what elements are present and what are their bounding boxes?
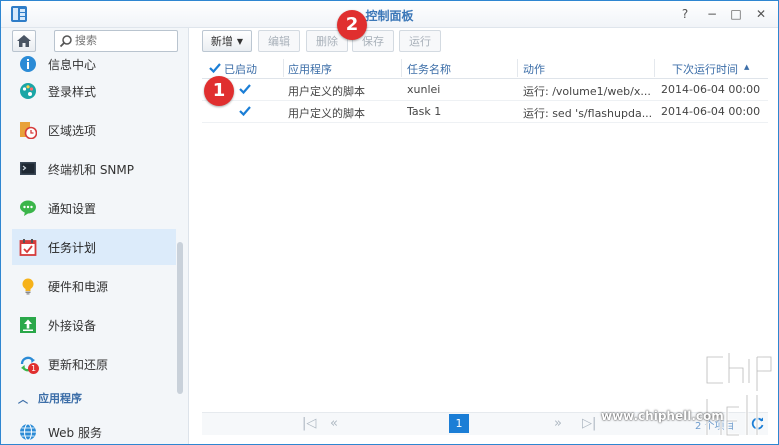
column-separator[interactable] xyxy=(517,59,518,77)
sidebar-item-web-services[interactable]: Web 服务 xyxy=(12,414,176,444)
sidebar-item-update-restore[interactable]: 1 更新和还原 xyxy=(12,346,176,382)
column-header-application[interactable]: 应用程序 xyxy=(288,61,332,77)
watermark-url: www.chiphell.com xyxy=(601,409,724,423)
sidebar-item-label: 区域选项 xyxy=(48,123,97,138)
title-bar[interactable]: 控制面板 ? − □ ✕ xyxy=(1,1,778,28)
palette-icon xyxy=(19,82,37,100)
sidebar-item-label: 通知设置 xyxy=(48,201,97,216)
column-header-enabled[interactable]: 已启动 xyxy=(224,61,257,77)
column-header-action[interactable]: 动作 xyxy=(523,61,545,77)
update-badge: 1 xyxy=(28,363,39,374)
sort-ascending-icon: ▲ xyxy=(744,63,750,71)
column-separator[interactable] xyxy=(401,59,402,77)
chat-bubble-icon xyxy=(19,199,37,217)
maximize-icon[interactable]: □ xyxy=(727,6,745,22)
row-enabled-checkbox[interactable] xyxy=(238,104,252,118)
last-page-icon[interactable]: ▷| xyxy=(582,416,596,431)
region-clock-icon xyxy=(19,121,38,140)
minimize-icon[interactable]: − xyxy=(703,6,721,22)
create-button-label: 新增 xyxy=(210,35,233,48)
column-separator[interactable] xyxy=(654,59,655,77)
help-icon[interactable]: ? xyxy=(676,6,694,22)
run-button[interactable]: 运行 xyxy=(399,30,441,52)
cell-action: 运行: sed 's/flashupda... xyxy=(523,107,651,120)
annotation-marker-1: 1 xyxy=(204,76,234,106)
edit-button[interactable]: 编辑 xyxy=(258,30,300,52)
sidebar-item-label: 信息中心 xyxy=(48,57,97,72)
column-header-task-name[interactable]: 任务名称 xyxy=(407,61,451,77)
window-title: 控制面板 xyxy=(365,9,414,23)
close-icon[interactable]: ✕ xyxy=(752,6,770,22)
sidebar-item-label: 硬件和电源 xyxy=(48,279,109,294)
sidebar-item-label: 外接设备 xyxy=(48,318,97,333)
calendar-check-icon xyxy=(19,238,37,256)
cell-next-run: 2014-06-04 00:00 xyxy=(661,105,761,118)
cell-application: 用户定义的脚本 xyxy=(288,85,365,98)
sidebar-item-label: 登录样式 xyxy=(48,84,97,99)
sidebar-item-label: Web 服务 xyxy=(48,425,102,440)
column-separator[interactable] xyxy=(283,59,284,77)
sidebar-item-label: 任务计划 xyxy=(48,240,97,255)
cell-task-name: xunlei xyxy=(407,83,441,96)
sidebar-item-notification[interactable]: 通知设置 xyxy=(12,190,176,226)
terminal-icon xyxy=(19,160,37,178)
sidebar-section-label: 应用程序 xyxy=(38,392,82,405)
table-row[interactable]: 用户定义的脚本 xunlei 运行: /volume1/web/x... 201… xyxy=(202,79,768,101)
row-enabled-checkbox[interactable] xyxy=(238,82,252,96)
header-select-all-checkbox[interactable] xyxy=(208,61,222,75)
sidebar-item-terminal-snmp[interactable]: 终端机和 SNMP xyxy=(12,151,176,187)
lightbulb-icon xyxy=(19,277,37,295)
annotation-marker-2: 2 xyxy=(337,10,367,40)
globe-icon xyxy=(19,423,37,441)
create-button[interactable]: 新增 ▼ xyxy=(202,30,252,52)
cell-application: 用户定义的脚本 xyxy=(288,107,365,120)
column-header-next-run[interactable]: 下次运行时间 xyxy=(672,61,738,77)
control-panel-window: 控制面板 ? − □ ✕ 信息中心 xyxy=(0,0,779,445)
cell-action: 运行: /volume1/web/x... xyxy=(523,85,651,98)
sidebar-scrollbar[interactable] xyxy=(177,242,183,394)
sidebar-section-applications[interactable]: ︿ 应用程序 xyxy=(12,386,176,410)
first-page-icon[interactable]: |◁ xyxy=(302,416,316,431)
sidebar-item-external-devices[interactable]: 外接设备 xyxy=(12,307,176,343)
sidebar-item-region-options[interactable]: 区域选项 xyxy=(12,112,176,148)
sidebar-item-login-style[interactable]: 登录样式 xyxy=(12,73,176,109)
task-scheduler-panel: 新增 ▼ 编辑 删除 保存 运行 已启动 应用程序 任务名称 动作 下次运行时间… xyxy=(189,28,778,444)
sidebar-item-hardware-power[interactable]: 硬件和电源 xyxy=(12,268,176,304)
caret-down-icon: ▼ xyxy=(236,36,244,46)
info-center-icon xyxy=(19,55,37,73)
update-icon: 1 xyxy=(19,355,39,374)
cell-next-run: 2014-06-04 00:00 xyxy=(661,83,761,96)
previous-page-icon[interactable]: « xyxy=(330,416,338,431)
cell-task-name: Task 1 xyxy=(407,105,442,118)
sidebar-item-task-scheduler[interactable]: 任务计划 xyxy=(12,229,176,265)
current-page[interactable]: 1 xyxy=(449,414,469,433)
table-header: 已启动 应用程序 任务名称 动作 下次运行时间 ▲ xyxy=(202,58,768,79)
chevron-up-icon: ︿ xyxy=(18,394,28,406)
sidebar: 信息中心 登录样式 区域选项 终端机和 SNMP 通知设置 xyxy=(1,28,189,444)
chiphell-watermark-logo xyxy=(705,353,773,437)
sidebar-item-label: 更新和还原 xyxy=(48,357,109,372)
next-page-icon[interactable]: » xyxy=(554,416,562,431)
external-device-icon xyxy=(19,316,37,334)
table-row[interactable]: 用户定义的脚本 Task 1 运行: sed 's/flashupda... 2… xyxy=(202,101,768,123)
sidebar-item-label: 终端机和 SNMP xyxy=(48,162,134,177)
